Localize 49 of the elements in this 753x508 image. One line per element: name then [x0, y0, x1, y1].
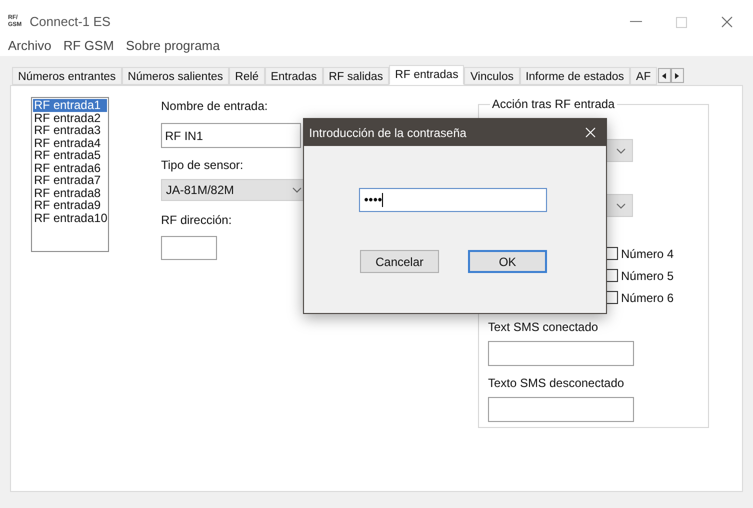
- menu-item[interactable]: RF GSM: [63, 36, 114, 56]
- scroll-right-button[interactable]: [670, 68, 684, 83]
- tab[interactable]: RF salidas: [322, 67, 390, 85]
- tab[interactable]: RF entradas: [389, 65, 464, 85]
- checkbox-label: Número 4: [621, 246, 674, 262]
- scroll-left-button[interactable]: [658, 68, 671, 83]
- close-icon[interactable]: [721, 16, 733, 28]
- list-item[interactable]: RF entrada10: [33, 212, 107, 224]
- dialog-button[interactable]: OK: [468, 250, 547, 273]
- list-item[interactable]: RF entrada1: [33, 99, 107, 112]
- checkbox-label: Número 6: [621, 290, 674, 306]
- list-item[interactable]: RF entrada2: [33, 112, 107, 124]
- field-label: Tipo de sensor:: [161, 157, 244, 174]
- caret-left-icon: [662, 72, 666, 78]
- tab[interactable]: Números entrantes: [12, 67, 122, 85]
- list-item[interactable]: RF entrada9: [33, 199, 107, 212]
- menu-item[interactable]: Sobre programa: [126, 36, 220, 56]
- list-item[interactable]: RF entrada6: [33, 162, 107, 174]
- address-field[interactable]: [161, 236, 217, 260]
- dialog-button[interactable]: Cancelar: [360, 250, 439, 273]
- window-title: Connect-1 ES: [30, 13, 111, 32]
- dialog-title: Introducción de la contraseña: [309, 124, 466, 142]
- list-item[interactable]: RF entrada8: [33, 186, 107, 199]
- minimize-icon[interactable]: [630, 21, 642, 23]
- list-item[interactable]: RF entrada4: [33, 136, 107, 149]
- chevron-down-icon: [616, 202, 626, 208]
- tab[interactable]: Vinculos: [464, 67, 520, 85]
- sms-disconnected-field[interactable]: [488, 397, 634, 422]
- name-field[interactable]: RF IN1: [161, 123, 301, 148]
- field-label: Nombre de entrada:: [161, 98, 269, 115]
- list-item[interactable]: RF entrada7: [33, 174, 107, 186]
- caret-right-icon: [675, 72, 680, 78]
- checkbox-label: Número 5: [621, 268, 674, 284]
- tab[interactable]: Números salientes: [122, 67, 230, 85]
- list-item[interactable]: RF entrada3: [33, 124, 107, 136]
- group-title: Acción tras RF entrada: [490, 97, 617, 111]
- menu-item[interactable]: Archivo: [8, 36, 52, 56]
- list-item[interactable]: RF entrada5: [33, 149, 107, 162]
- chevron-down-icon: [292, 187, 302, 193]
- tab[interactable]: AF: [630, 67, 657, 85]
- sms-connected-field[interactable]: [488, 341, 634, 366]
- password-field[interactable]: ••••: [359, 188, 547, 212]
- field-label: Texto SMS desconectado: [488, 375, 626, 392]
- tab[interactable]: Informe de estados: [520, 67, 630, 85]
- field-label: Text SMS conectado: [488, 319, 600, 336]
- field-label: RF dirección:: [161, 212, 233, 229]
- tab[interactable]: Entradas: [264, 67, 323, 85]
- chevron-down-icon: [616, 148, 626, 154]
- tab[interactable]: Relé: [229, 67, 265, 85]
